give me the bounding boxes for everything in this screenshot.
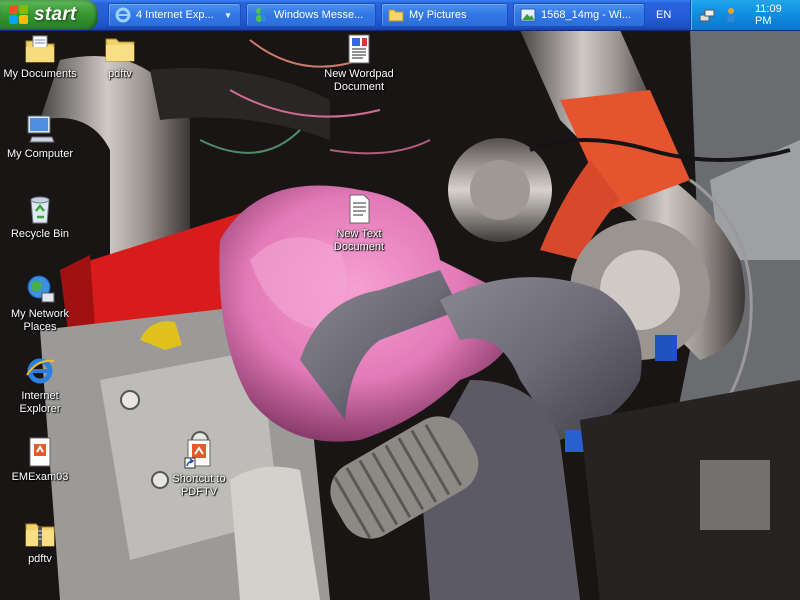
windows-logo-icon xyxy=(9,5,29,25)
desktop-icon-label: pdftv xyxy=(108,68,132,80)
taskbar-button-label: Windows Messe... xyxy=(274,9,364,21)
desktop-icon-emexam03[interactable]: EMExam03 xyxy=(0,436,80,484)
folder-icon xyxy=(105,38,135,62)
desktop-icon-label: Recycle Bin xyxy=(10,228,70,240)
my-documents-icon xyxy=(25,35,55,63)
desktop-icon-shortcut-to-pdftv[interactable]: Shortcut to PDFTV xyxy=(159,438,239,499)
clock[interactable]: 11:09 PM xyxy=(755,3,800,27)
desktop-icon-label: New Wordpad Document xyxy=(324,68,394,93)
desktop-icon-new-text-document[interactable]: New Text Document xyxy=(319,193,399,254)
recycle-bin-icon xyxy=(30,196,50,224)
document-icon xyxy=(29,437,51,467)
desktop-icon-my-computer[interactable]: My Computer xyxy=(0,113,80,161)
desktop-icon-internet-explorer[interactable]: Internet Explorer xyxy=(0,355,80,416)
desktop-wallpaper xyxy=(0,30,800,600)
my-computer-icon xyxy=(27,115,55,143)
desktop-icon-pdftv-folder[interactable]: pdftv xyxy=(80,33,160,81)
engine-bay-photo xyxy=(0,30,800,600)
desktop-icon-label: New Text Document xyxy=(333,228,385,253)
folder-icon xyxy=(388,7,404,23)
zip-folder-icon xyxy=(25,523,55,547)
desktop-icon-label: Internet Explorer xyxy=(19,390,61,415)
taskbar-button-internet-explorer[interactable]: 4 Internet Exp... ▼ xyxy=(108,3,241,27)
desktop-icon-my-network-places[interactable]: My Network Places xyxy=(0,273,80,334)
desktop-icon-label: My Computer xyxy=(6,148,74,160)
taskbar-button-my-pictures[interactable]: My Pictures xyxy=(381,3,508,27)
wordpad-document-icon xyxy=(348,34,370,64)
messenger-status-icon[interactable] xyxy=(723,7,739,23)
desktop-icon-label: My Network Places xyxy=(10,308,70,333)
network-icon[interactable] xyxy=(699,7,715,23)
desktop-icon-label: My Documents xyxy=(3,68,77,80)
taskbar-button-image-viewer[interactable]: 1568_14mg - Wi... xyxy=(513,3,645,27)
desktop-icon-pdftv-zip[interactable]: pdftv xyxy=(0,518,80,566)
network-places-icon xyxy=(27,275,55,303)
image-viewer-icon xyxy=(520,7,536,23)
chevron-down-icon: ▼ xyxy=(224,10,232,20)
taskbar-button-label: 1568_14mg - Wi... xyxy=(541,9,631,21)
text-document-icon xyxy=(349,194,370,224)
desktop-icon-new-wordpad-document[interactable]: New Wordpad Document xyxy=(319,33,399,94)
desktop-icon-recycle-bin[interactable]: Recycle Bin xyxy=(0,193,80,241)
start-label: start xyxy=(34,4,77,25)
internet-explorer-icon xyxy=(115,7,131,23)
internet-explorer-icon xyxy=(26,358,55,384)
desktop-icon-label: pdftv xyxy=(28,553,52,565)
desktop-icon-label: Shortcut to PDFTV xyxy=(172,473,226,498)
desktop-icon-label: EMExam03 xyxy=(11,471,69,483)
shortcut-icon xyxy=(184,439,211,469)
windows-messenger-icon xyxy=(253,7,269,23)
taskbar: start 4 Internet Exp... ▼ Windows Messe.… xyxy=(0,0,800,31)
start-button[interactable]: start xyxy=(0,0,98,30)
desktop-icon-my-documents[interactable]: My Documents xyxy=(0,33,80,81)
taskbar-button-label: 4 Internet Exp... xyxy=(136,9,214,21)
taskbar-button-windows-messenger[interactable]: Windows Messe... xyxy=(246,3,376,27)
taskbar-button-label: My Pictures xyxy=(409,9,467,21)
language-indicator[interactable]: EN xyxy=(656,0,671,30)
system-tray: 11:09 PM xyxy=(690,0,800,30)
